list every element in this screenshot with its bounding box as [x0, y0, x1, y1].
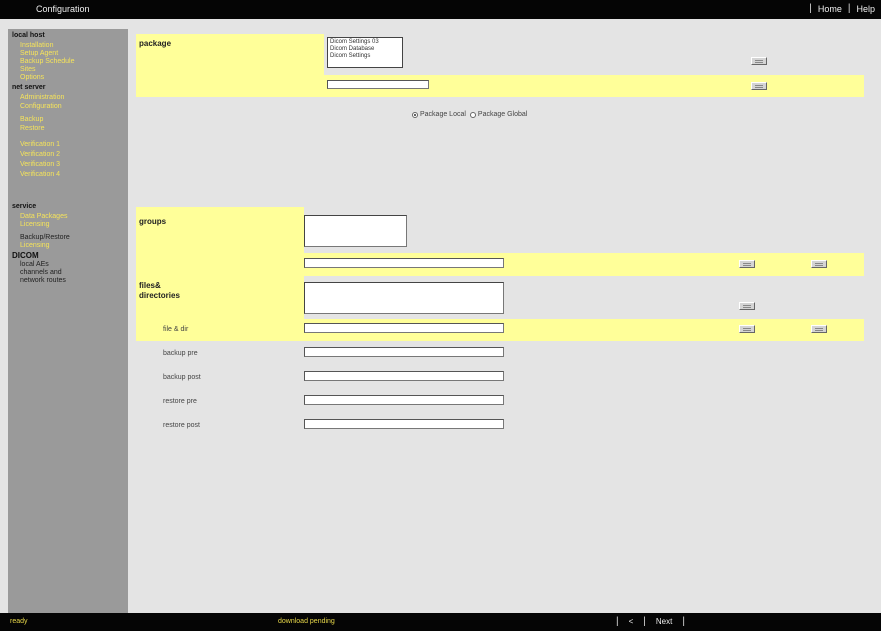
sidebar-section-net-server: net server	[12, 84, 46, 91]
files-list-button[interactable]	[739, 302, 755, 310]
backup-pre-label: backup pre	[163, 350, 198, 357]
groups-listbox[interactable]	[304, 215, 407, 247]
top-nav-separator: |	[847, 3, 851, 14]
sidebar-item-options[interactable]: Options	[20, 74, 44, 82]
backup-post-input[interactable]	[304, 371, 504, 381]
nav-separator: |	[643, 616, 646, 627]
package-list-button[interactable]	[751, 57, 767, 65]
sidebar-item-backup-schedule[interactable]: Backup Schedule	[20, 58, 74, 66]
file-dir-input[interactable]	[304, 323, 504, 333]
sidebar-item-data-packages[interactable]: Data Packages	[20, 213, 67, 221]
sidebar-item-network-routes[interactable]: network routes	[20, 277, 66, 285]
sidebar-item-local-aes[interactable]: local AEs	[20, 261, 49, 269]
groups-add-button[interactable]	[739, 260, 755, 268]
package-scope-group: Package Local Package Global	[412, 111, 531, 118]
package-option[interactable]: Dicom Database	[330, 46, 400, 53]
package-local-label: Package Local	[420, 111, 466, 118]
file-dir-delete-button[interactable]	[811, 325, 827, 333]
groups-input[interactable]	[304, 258, 504, 268]
file-dir-add-button[interactable]	[739, 325, 755, 333]
files-listbox[interactable]	[304, 282, 504, 314]
files-label-line-1: files&	[139, 281, 161, 290]
groups-delete-button[interactable]	[811, 260, 827, 268]
home-link[interactable]: Home	[818, 4, 842, 14]
restore-post-label: restore post	[163, 422, 200, 429]
next-button[interactable]: Next	[656, 617, 672, 626]
package-global-radio[interactable]	[469, 111, 476, 118]
status-message: download pending	[278, 618, 335, 625]
package-listbox[interactable]: Dicom Settings 03 Dicom Database Dicom S…	[327, 37, 403, 68]
package-name-button[interactable]	[751, 82, 767, 90]
sidebar-item-licensing-top[interactable]: Licensing	[20, 221, 50, 229]
sidebar-item-installation[interactable]: Installation	[20, 42, 53, 50]
sidebar-item-sites[interactable]: Sites	[20, 66, 36, 74]
title-bar: Configuration | Home | Help	[0, 0, 881, 19]
sidebar-section-dicom: DICOM	[12, 251, 39, 260]
nav-separator: |	[616, 616, 619, 627]
sidebar-item-restore[interactable]: Restore	[20, 125, 45, 133]
main-panel: package Dicom Settings 03 Dicom Database…	[128, 29, 881, 613]
top-nav-separator: |	[809, 3, 812, 14]
restore-pre-label: restore pre	[163, 398, 197, 405]
prev-button[interactable]: <	[629, 617, 634, 626]
wizard-nav: | < | Next |	[606, 616, 695, 627]
app-title: Configuration	[36, 4, 90, 14]
backup-post-label: backup post	[163, 374, 201, 381]
sidebar-item-backup-restore[interactable]: Backup/Restore	[20, 234, 70, 242]
sidebar-item-verification-1[interactable]: Verification 1	[20, 141, 60, 149]
file-dir-label: file & dir	[163, 326, 189, 333]
package-global-label: Package Global	[477, 111, 528, 118]
sidebar-item-backup[interactable]: Backup	[20, 116, 43, 124]
status-ready: ready	[10, 618, 28, 625]
package-option[interactable]: Dicom Settings	[330, 53, 400, 60]
sidebar: local host Installation Setup Agent Back…	[8, 29, 128, 613]
sidebar-section-service: service	[12, 203, 37, 210]
sidebar-item-setup-agent[interactable]: Setup Agent	[20, 50, 58, 58]
files-label-line-2: directories	[139, 291, 180, 300]
package-option[interactable]: Dicom Settings 03	[330, 39, 400, 46]
backup-pre-input[interactable]	[304, 347, 504, 357]
restore-post-input[interactable]	[304, 419, 504, 429]
restore-pre-input[interactable]	[304, 395, 504, 405]
help-link[interactable]: Help	[856, 4, 875, 14]
package-name-input[interactable]	[327, 80, 429, 89]
sidebar-item-configuration[interactable]: Configuration	[20, 103, 62, 111]
groups-label: groups	[139, 217, 167, 226]
sidebar-item-administration[interactable]: Administration	[20, 94, 64, 102]
sidebar-item-channels[interactable]: channels and	[20, 269, 62, 277]
sidebar-item-verification-2[interactable]: Verification 2	[20, 151, 60, 159]
sidebar-item-verification-4[interactable]: Verification 4	[20, 171, 60, 179]
status-bar: ready download pending | < | Next |	[0, 613, 881, 631]
sidebar-section-local-host: local host	[12, 32, 45, 39]
sidebar-item-licensing[interactable]: Licensing	[20, 242, 50, 250]
package-local-radio[interactable]	[412, 111, 418, 118]
nav-separator: |	[682, 616, 685, 627]
sidebar-item-verification-3[interactable]: Verification 3	[20, 161, 60, 169]
package-label: package	[139, 39, 172, 48]
top-nav: | Home | Help	[803, 3, 875, 15]
